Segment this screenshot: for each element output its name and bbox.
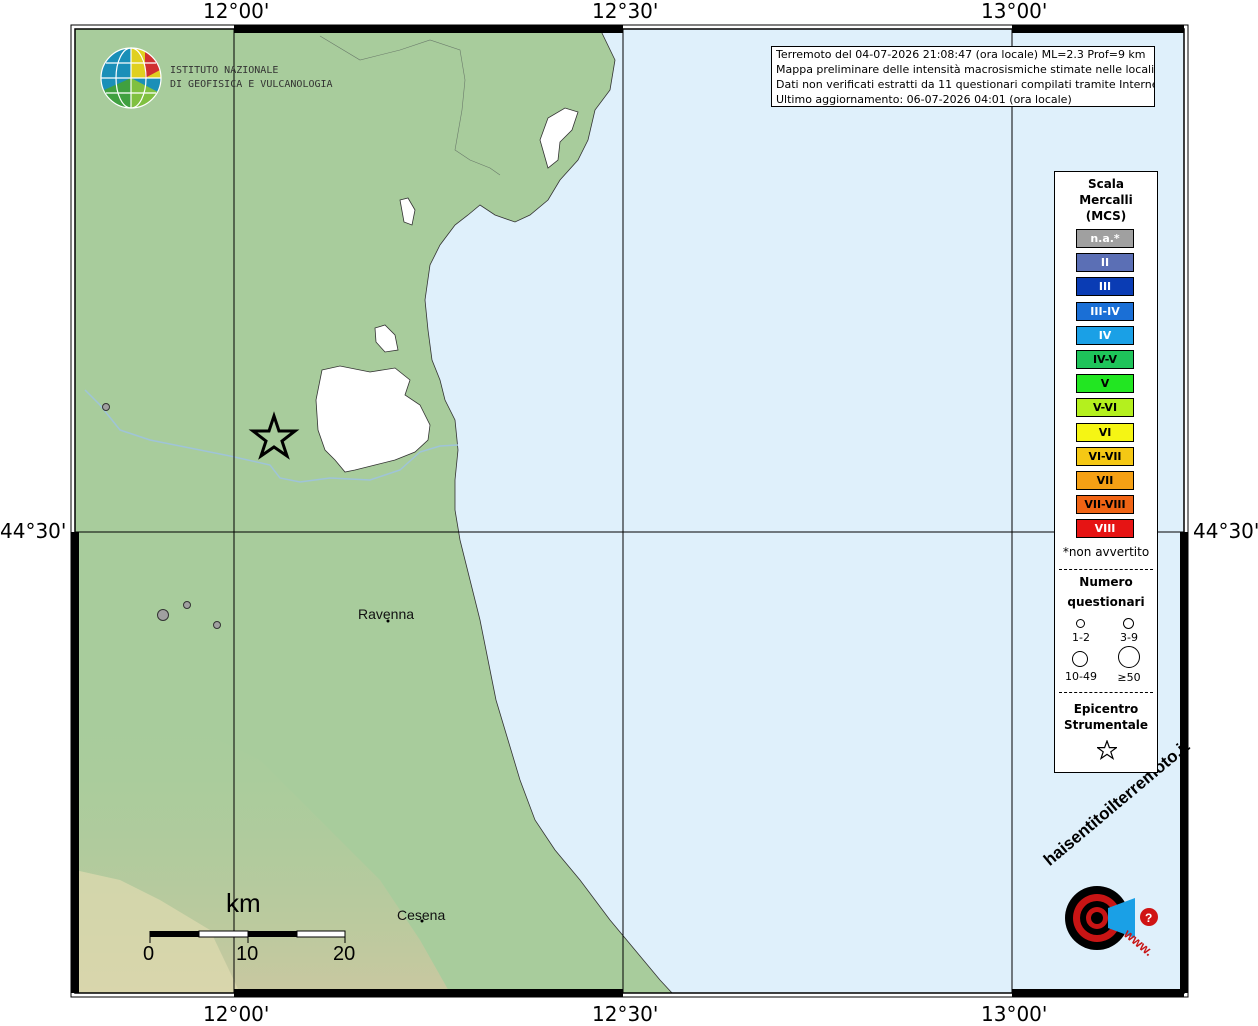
mcs-scale-item: III <box>1076 277 1134 297</box>
epicenter-title-1: Epicentro <box>1073 702 1139 716</box>
mcs-scale-item: VI-VII <box>1076 446 1134 466</box>
scalebar-label-20: 20 <box>333 943 356 965</box>
lon-tick-bottom-2: 12°30' <box>592 1002 659 1026</box>
event-info-line4: Ultimo aggiornamento: 06-07-2026 04:01 (… <box>776 93 1072 106</box>
count-label-1: 1-2 <box>1072 631 1090 644</box>
count-label-2: 3-9 <box>1120 631 1138 644</box>
lon-tick-top-1: 12°00' <box>203 0 270 23</box>
count-label-3: 10-49 <box>1065 670 1097 683</box>
questionnaire-point <box>102 403 110 411</box>
mcs-scale-item: VII-VIII <box>1076 495 1134 515</box>
event-info-box: Terremoto del 04-07-2026 21:08:47 (ora l… <box>771 46 1155 107</box>
count-circle-medium <box>1123 618 1134 629</box>
city-label-ravenna: Ravenna <box>358 606 415 622</box>
event-info-line3: Dati non verificati estratti da 11 quest… <box>776 78 1154 91</box>
legend-title-2: Mercalli <box>1079 193 1133 207</box>
not-felt-note: *non avvertito <box>1062 545 1150 559</box>
mcs-scale-item: III-IV <box>1076 301 1134 321</box>
ingv-line2: DI GEOFISICA E VULCANOLOGIA <box>170 79 333 90</box>
lon-tick-bottom-1: 12°00' <box>203 1002 270 1026</box>
event-info-line2: Mappa preliminare delle intensità macros… <box>776 63 1154 76</box>
ingv-line1: ISTITUTO NAZIONALE <box>170 65 279 76</box>
lat-tick-left: 44°30' <box>0 519 67 543</box>
lon-tick-top-2: 12°30' <box>592 0 659 23</box>
mcs-scale-item: IV <box>1076 325 1134 345</box>
legend-title-3: (MCS) <box>1085 209 1127 223</box>
scalebar-label-0: 0 <box>143 943 155 965</box>
count-circle-xlarge <box>1118 646 1140 668</box>
epicenter-title-2: Strumentale <box>1063 718 1149 732</box>
questionnaire-point <box>157 609 169 621</box>
questionnaire-point <box>213 621 221 629</box>
legend-divider-2 <box>1059 692 1153 693</box>
mcs-scale-item: V <box>1076 374 1134 394</box>
legend-star-icon <box>1097 740 1117 760</box>
ingv-logo-text: ISTITUTO NAZIONALE DI GEOFISICA E VULCAN… <box>170 64 333 92</box>
legend-divider <box>1059 569 1153 570</box>
legend-title-1: Scala <box>1087 177 1125 191</box>
mcs-scale-item: IV-V <box>1076 350 1134 369</box>
lat-tick-right: 44°30' <box>1193 519 1258 543</box>
event-info-line1: Terremoto del 04-07-2026 21:08:47 (ora l… <box>776 48 1146 61</box>
svg-text:?: ? <box>1145 911 1152 925</box>
mcs-scale-item: VIII <box>1076 519 1134 539</box>
count-label-4: ≥50 <box>1117 671 1141 684</box>
mcs-scale-item: VII <box>1076 471 1134 490</box>
questionnaire-point <box>183 601 191 609</box>
lon-tick-bottom-3: 13°00' <box>981 1002 1048 1026</box>
count-title-2: questionari <box>1067 595 1145 609</box>
scalebar-label-10: 10 <box>236 943 259 965</box>
city-label-cesena: Cesena <box>397 907 446 923</box>
legend-panel: Scala Mercalli (MCS) n.a.* II III III-IV IV I… <box>1054 171 1158 773</box>
mcs-scale-item: II <box>1076 253 1134 273</box>
mcs-scale-item: n.a.* <box>1076 229 1134 248</box>
lon-tick-top-3: 13°00' <box>981 0 1048 23</box>
mcs-scale-item: V-VI <box>1076 398 1134 418</box>
scalebar-unit: km <box>226 888 261 918</box>
mcs-scale-item: VI <box>1076 422 1134 442</box>
ingv-globe-logo <box>100 47 162 109</box>
count-title-1: Numero <box>1079 575 1133 589</box>
count-circle-large <box>1072 651 1088 667</box>
count-circle-small <box>1076 619 1085 628</box>
